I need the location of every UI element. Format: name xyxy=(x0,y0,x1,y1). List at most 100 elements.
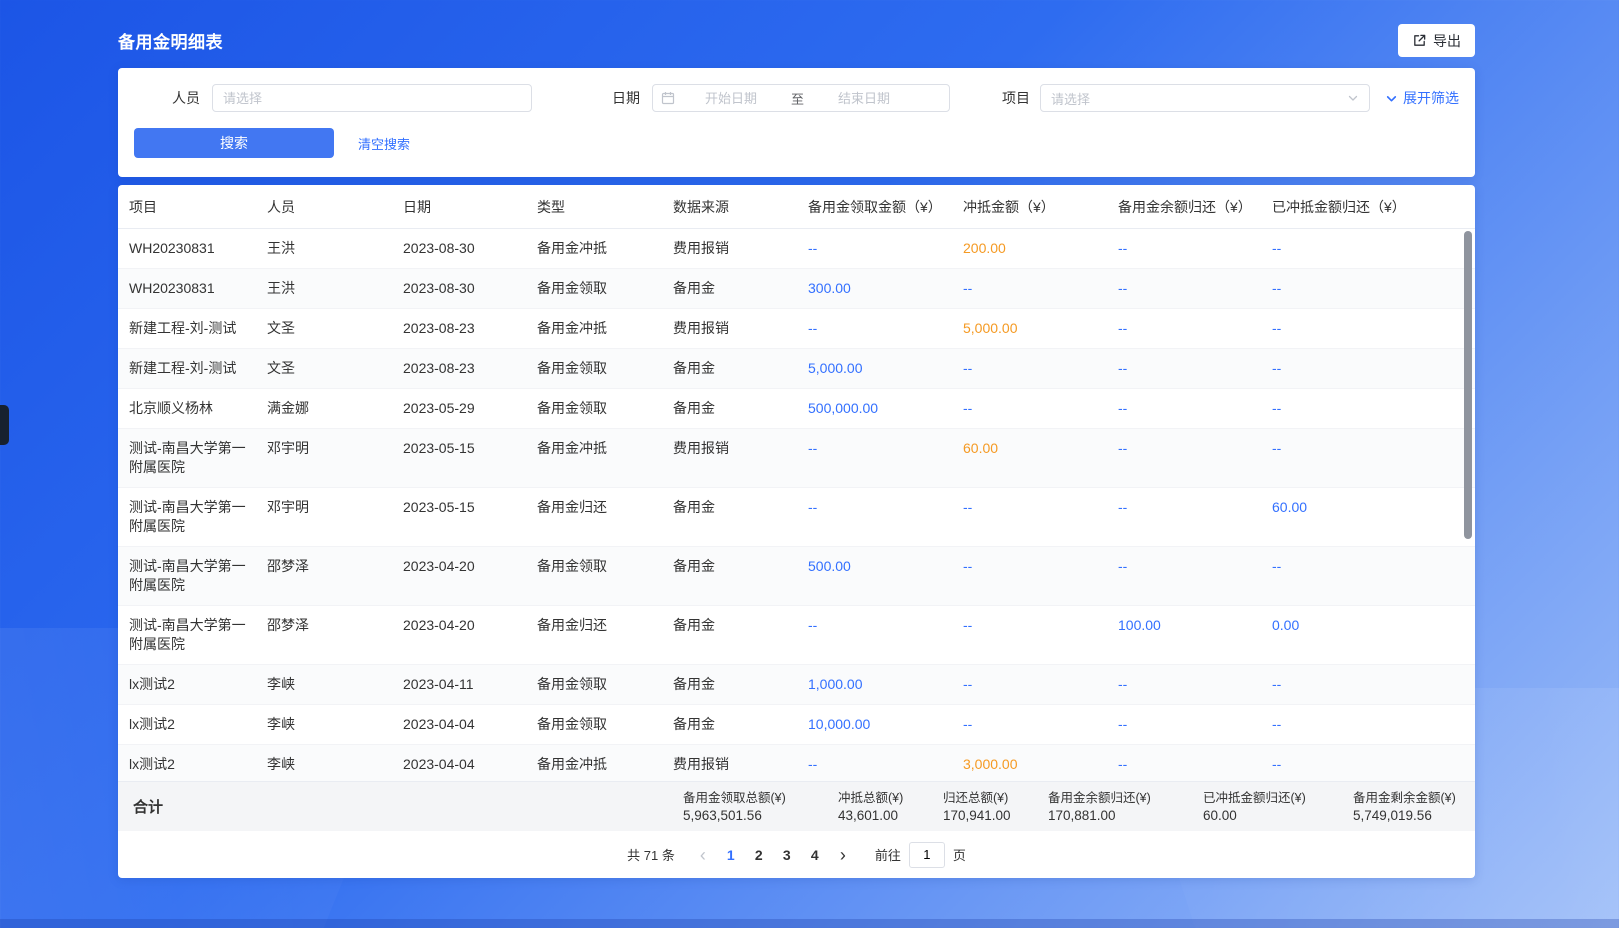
export-button[interactable]: 导出 xyxy=(1398,24,1475,57)
project-filter-select[interactable]: 请选择 xyxy=(1040,84,1370,112)
cell-withdraw: 5,000.00 xyxy=(808,359,963,378)
cell-offset_return: 0.00 xyxy=(1272,616,1475,654)
cell-offset: 60.00 xyxy=(963,439,1118,477)
cell-person: 邵梦泽 xyxy=(267,616,403,654)
cell-person: 邓宇明 xyxy=(267,498,403,536)
table-row[interactable]: WH20230831王洪2023-08-30备用金冲抵费用报销--200.00-… xyxy=(118,229,1475,269)
sidebar-collapse-handle[interactable] xyxy=(0,405,9,445)
cell-type: 备用金归还 xyxy=(537,616,673,654)
cell-type: 备用金领取 xyxy=(537,279,673,298)
column-header: 数据来源 xyxy=(673,197,808,217)
cell-person: 李峡 xyxy=(267,755,403,774)
cell-offset_return: -- xyxy=(1272,675,1475,694)
person-filter-input[interactable] xyxy=(212,84,532,112)
end-date-input[interactable] xyxy=(810,91,918,106)
cell-offset: 200.00 xyxy=(963,239,1118,258)
page-title: 备用金明细表 xyxy=(118,28,223,53)
cell-date: 2023-04-20 xyxy=(403,557,537,595)
cell-source: 备用金 xyxy=(673,498,808,536)
date-range-picker[interactable]: 至 xyxy=(652,84,950,112)
cell-person: 邵梦泽 xyxy=(267,557,403,595)
summary-item-value: 5,963,501.56 xyxy=(683,807,838,824)
cell-type: 备用金冲抵 xyxy=(537,319,673,338)
start-date-input[interactable] xyxy=(677,91,785,106)
table-row[interactable]: 测试-南昌大学第一附属医院邵梦泽2023-04-20备用金领取备用金500.00… xyxy=(118,547,1475,606)
cell-source: 备用金 xyxy=(673,675,808,694)
summary-item-label: 备用金余额归还(¥) xyxy=(1048,790,1203,807)
cell-person: 满金娜 xyxy=(267,399,403,418)
table-row[interactable]: 测试-南昌大学第一附属医院邵梦泽2023-04-20备用金归还备用金----10… xyxy=(118,606,1475,665)
page-button-4[interactable]: 4 xyxy=(801,847,829,863)
cell-date: 2023-05-15 xyxy=(403,439,537,477)
summary-item-value: 5,749,019.56 xyxy=(1353,807,1464,824)
table-row[interactable]: lx测试2李峡2023-04-04备用金冲抵费用报销--3,000.00---- xyxy=(118,745,1475,781)
cell-source: 备用金 xyxy=(673,616,808,654)
table-row[interactable]: 测试-南昌大学第一附属医院邓宇明2023-05-15备用金归还备用金------… xyxy=(118,488,1475,547)
cell-project: 北京顺义杨林 xyxy=(129,399,267,418)
cell-type: 备用金冲抵 xyxy=(537,755,673,774)
cell-source: 费用报销 xyxy=(673,319,808,338)
cell-offset: -- xyxy=(963,498,1118,536)
cell-date: 2023-04-20 xyxy=(403,616,537,654)
cell-balance_return: -- xyxy=(1118,755,1272,774)
table-row[interactable]: lx测试2李峡2023-04-11备用金领取备用金1,000.00------ xyxy=(118,665,1475,705)
cell-balance_return: -- xyxy=(1118,439,1272,477)
table-row[interactable]: 北京顺义杨林满金娜2023-05-29备用金领取备用金500,000.00---… xyxy=(118,389,1475,429)
page-button-3[interactable]: 3 xyxy=(773,847,801,863)
cell-withdraw: -- xyxy=(808,616,963,654)
cell-date: 2023-08-23 xyxy=(403,359,537,378)
cell-withdraw: 500.00 xyxy=(808,557,963,595)
table-row[interactable]: lx测试2李峡2023-04-04备用金领取备用金10,000.00------ xyxy=(118,705,1475,745)
page-header: 备用金明细表 导出 xyxy=(118,24,1475,57)
cell-balance_return: -- xyxy=(1118,239,1272,258)
table-row[interactable]: WH20230831王洪2023-08-30备用金领取备用金300.00----… xyxy=(118,269,1475,309)
cell-offset: -- xyxy=(963,399,1118,418)
cell-project: 测试-南昌大学第一附属医院 xyxy=(129,557,267,595)
goto-page-input[interactable] xyxy=(909,842,945,868)
page-button-1[interactable]: 1 xyxy=(717,847,745,863)
cell-balance_return: -- xyxy=(1118,359,1272,378)
cell-project: lx测试2 xyxy=(129,715,267,734)
table-row[interactable]: 新建工程-刘-测试文圣2023-08-23备用金领取备用金5,000.00---… xyxy=(118,349,1475,389)
column-header: 备用金领取金额（¥） xyxy=(808,197,963,217)
cell-offset: -- xyxy=(963,279,1118,298)
prev-page-button[interactable]: ‹ xyxy=(689,846,717,864)
cell-project: 测试-南昌大学第一附属医院 xyxy=(129,498,267,536)
summary-item-value: 60.00 xyxy=(1203,807,1353,824)
cell-date: 2023-04-11 xyxy=(403,675,537,694)
table-row[interactable]: 测试-南昌大学第一附属医院邓宇明2023-05-15备用金冲抵费用报销--60.… xyxy=(118,429,1475,488)
data-table-card: 项目人员日期类型数据来源备用金领取金额（¥）冲抵金额（¥）备用金余额归还（¥）已… xyxy=(118,185,1475,878)
cell-date: 2023-08-30 xyxy=(403,239,537,258)
table-row[interactable]: 新建工程-刘-测试文圣2023-08-23备用金冲抵费用报销--5,000.00… xyxy=(118,309,1475,349)
cell-balance_return: -- xyxy=(1118,279,1272,298)
table-body: WH20230831王洪2023-08-30备用金冲抵费用报销--200.00-… xyxy=(118,229,1475,781)
cell-offset_return: -- xyxy=(1272,359,1475,378)
page-button-2[interactable]: 2 xyxy=(745,847,773,863)
cell-withdraw: -- xyxy=(808,239,963,258)
clear-search-button[interactable]: 清空搜索 xyxy=(358,134,410,153)
cell-type: 备用金领取 xyxy=(537,675,673,694)
cell-source: 备用金 xyxy=(673,399,808,418)
expand-filters-link[interactable]: 展开筛选 xyxy=(1385,88,1459,108)
cell-date: 2023-05-29 xyxy=(403,399,537,418)
cell-source: 备用金 xyxy=(673,715,808,734)
cell-withdraw: -- xyxy=(808,439,963,477)
goto-label: 前往 xyxy=(875,845,901,864)
next-page-button[interactable]: › xyxy=(829,846,857,864)
table-header-row: 项目人员日期类型数据来源备用金领取金额（¥）冲抵金额（¥）备用金余额归还（¥）已… xyxy=(118,185,1475,229)
cell-type: 备用金领取 xyxy=(537,399,673,418)
search-button[interactable]: 搜索 xyxy=(134,128,334,158)
cell-type: 备用金领取 xyxy=(537,715,673,734)
cell-type: 备用金领取 xyxy=(537,557,673,595)
cell-offset_return: -- xyxy=(1272,439,1475,477)
summary-item-value: 43,601.00 xyxy=(838,807,943,824)
table-scrollbar-thumb[interactable] xyxy=(1464,231,1472,539)
cell-project: 测试-南昌大学第一附属医院 xyxy=(129,439,267,477)
cell-date: 2023-04-04 xyxy=(403,715,537,734)
column-header: 备用金余额归还（¥） xyxy=(1118,197,1272,217)
export-icon xyxy=(1412,33,1427,48)
cell-type: 备用金冲抵 xyxy=(537,439,673,477)
cell-person: 邓宇明 xyxy=(267,439,403,477)
cell-type: 备用金冲抵 xyxy=(537,239,673,258)
cell-source: 费用报销 xyxy=(673,439,808,477)
